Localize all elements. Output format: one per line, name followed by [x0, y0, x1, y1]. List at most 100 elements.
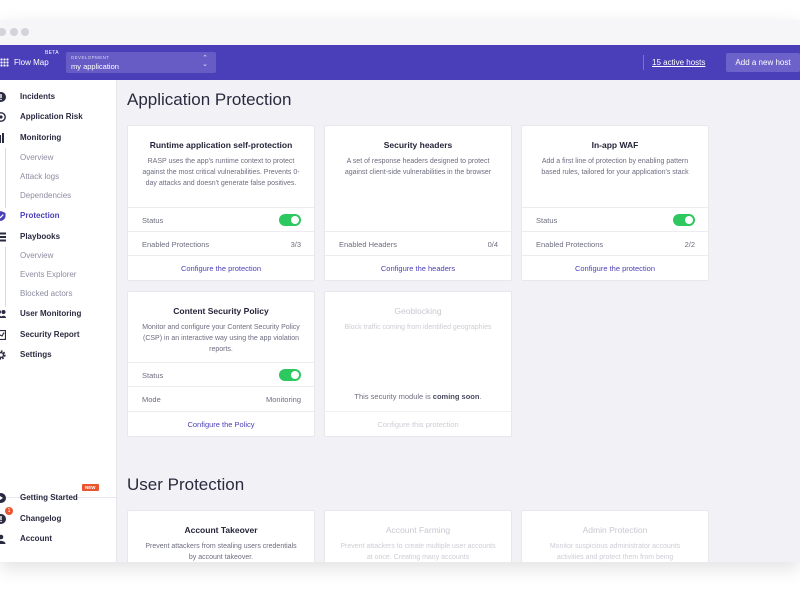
window-titlebar	[0, 20, 800, 46]
sidebar-item-label: Dependencies	[20, 191, 72, 200]
rasp-status-toggle[interactable]	[279, 214, 301, 226]
card-description: RASP uses the app's runtime context to p…	[142, 158, 300, 187]
card-title: Content Security Policy	[173, 306, 269, 316]
shield-check-icon	[0, 211, 6, 221]
application-protection-heading: Application Protection	[127, 90, 292, 109]
status-label: Status	[142, 216, 164, 225]
sidebar-item-label: Events Explorer	[20, 270, 77, 279]
enabled-headers-value: 0/4	[487, 240, 498, 249]
status-label: Status	[142, 371, 164, 380]
sidebar-item-label: Security Report	[20, 330, 80, 339]
sidebar-item-label: Protection	[20, 211, 60, 220]
configure-geoblocking-link: Configure this protection	[325, 411, 511, 437]
risk-target-icon	[0, 112, 6, 122]
in-app-waf-card: In-app WAF Add a first line of protectio…	[521, 125, 709, 281]
card-title: Account Takeover	[184, 525, 258, 535]
account-farming-card: Account Farming Prevent attackers to cre…	[324, 510, 512, 562]
sidebar-item-label: Changelog	[20, 514, 62, 523]
security-headers-card: Security headers A set of response heade…	[324, 125, 512, 281]
account-takeover-card: Account Takeover Prevent attackers from …	[127, 510, 315, 562]
card-description: Monitor and configure your Content Secur…	[142, 324, 300, 353]
sidebar: Incidents Application Risk Monitoring Ov…	[0, 80, 117, 562]
active-hosts-link[interactable]: 15 active hosts	[652, 58, 705, 67]
mode-row: Mode Monitoring	[128, 386, 314, 411]
rasp-card: Runtime application self-protection RASP…	[127, 125, 315, 281]
enabled-protections-row: Enabled Protections 3/3	[128, 231, 314, 256]
card-title: Admin Protection	[582, 525, 648, 535]
csp-status-toggle[interactable]	[279, 369, 301, 381]
sidebar-item-label: Blocked actors	[20, 289, 73, 298]
card-title: Account Farming	[385, 525, 451, 535]
coming-soon-emphasis: coming soon	[432, 392, 480, 401]
status-row: Status	[128, 207, 314, 232]
window-close-dot[interactable]	[0, 28, 6, 36]
card-title: Runtime application self-protection	[149, 140, 293, 150]
environment-selector[interactable]: DEVELOPMENT my application ⌃ ⌄	[66, 52, 216, 73]
sidebar-item-label: Attack logs	[20, 172, 60, 181]
mode-value: Monitoring	[265, 395, 301, 404]
list-icon	[0, 232, 6, 242]
enabled-protections-value: 3/3	[290, 240, 301, 249]
configure-headers-link[interactable]: Configure the headers	[325, 255, 511, 281]
sidebar-item-label: Monitoring	[20, 133, 62, 142]
report-chart-icon	[0, 330, 6, 340]
users-icon	[0, 310, 6, 318]
environment-value: my application	[71, 62, 119, 71]
admin-protection-card: Admin Protection Monitor suspicious admi…	[521, 510, 709, 562]
grid-icon	[0, 58, 9, 67]
user-icon	[0, 534, 6, 544]
window-zoom-dot[interactable]	[21, 28, 29, 36]
configure-rasp-link[interactable]: Configure the protection	[128, 255, 314, 281]
add-new-host-button[interactable]: Add a new host	[726, 53, 800, 72]
enabled-headers-label: Enabled Headers	[339, 240, 397, 249]
sidebar-item-label: Getting Started	[20, 493, 78, 502]
content-security-policy-card: Content Security Policy Monitor and conf…	[127, 291, 315, 437]
sidebar-item-label: Application Risk	[20, 112, 83, 121]
sidebar-item-label: Overview	[20, 153, 54, 162]
chevron-up-down-icon: ⌃ ⌄	[202, 55, 208, 68]
sidebar-item-label: Settings	[20, 350, 52, 359]
bar-chart-icon	[0, 133, 4, 143]
sidebar-item-label: Overview	[20, 251, 54, 260]
coming-soon-notice: This security module is coming soon.	[325, 392, 511, 401]
flow-map-label: Flow Map	[14, 58, 49, 67]
status-row: Status	[522, 207, 708, 232]
alert-icon	[0, 514, 6, 524]
card-title: Geoblocking	[394, 306, 442, 316]
coming-soon-prefix: This security module is	[354, 392, 431, 401]
configure-policy-link[interactable]: Configure the Policy	[128, 411, 314, 437]
environment-label: DEVELOPMENT	[71, 55, 110, 60]
enabled-protections-value: 2/2	[684, 240, 695, 249]
waf-status-toggle[interactable]	[673, 214, 695, 226]
sidebar-item-label: Playbooks	[20, 232, 61, 241]
play-circle-icon	[0, 493, 6, 503]
card-description: Prevent attackers to create multiple use…	[340, 543, 496, 561]
enabled-headers-row: Enabled Headers 0/4	[325, 231, 511, 256]
submenu-line	[5, 148, 6, 208]
enabled-protections-label: Enabled Protections	[536, 240, 604, 249]
topbar-divider	[643, 55, 644, 70]
card-description: Monitor suspicious administrator account…	[549, 543, 681, 561]
beta-badge: BETA	[45, 50, 59, 56]
status-row: Status	[128, 362, 314, 387]
user-protection-heading: User Protection	[127, 475, 245, 494]
app-window: Flow Map BETA DEVELOPMENT my application…	[0, 20, 800, 562]
card-description: Block traffic coming from identified geo…	[344, 324, 492, 331]
alert-icon	[0, 92, 6, 102]
sidebar-item-label: Account	[20, 534, 52, 543]
status-label: Status	[536, 216, 558, 225]
configure-waf-link[interactable]: Configure the protection	[522, 255, 708, 281]
sidebar-item-label: User Monitoring	[20, 309, 82, 318]
card-title: In-app WAF	[591, 140, 639, 150]
flow-map-button[interactable]: Flow Map BETA	[0, 50, 59, 72]
coming-soon-suffix: .	[479, 392, 482, 401]
card-description: Add a first line of protection by enabli…	[541, 158, 689, 176]
top-navigation-bar: Flow Map BETA DEVELOPMENT my application…	[0, 45, 800, 80]
card-description: Prevent attackers from stealing users cr…	[145, 543, 297, 561]
card-title: Security headers	[383, 140, 453, 150]
submenu-line	[5, 247, 6, 307]
enabled-protections-row: Enabled Protections 2/2	[522, 231, 708, 256]
window-minimize-dot[interactable]	[10, 28, 18, 36]
card-description: A set of response headers designed to pr…	[344, 158, 492, 176]
mode-label: Mode	[142, 395, 161, 404]
